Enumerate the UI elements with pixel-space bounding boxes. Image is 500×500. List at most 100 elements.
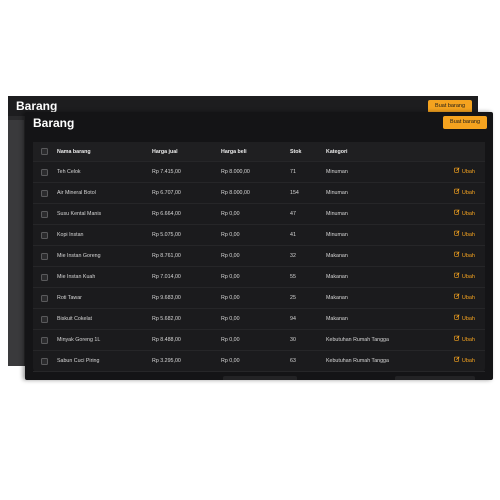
row-checkbox[interactable] <box>41 295 48 302</box>
item-stock: 25 <box>290 295 296 301</box>
row-checkbox[interactable] <box>41 190 48 197</box>
create-item-button[interactable]: Buat barang <box>443 116 487 129</box>
table-row[interactable]: Kopi Instan Rp 5.075,00 Rp 0,00 41 Minuman Ub… <box>33 225 485 246</box>
table-row[interactable]: Susu Kental Manis Rp 6.664,00 Rp 0,00 47 Min… <box>33 204 485 225</box>
pencil-square-icon <box>453 183 460 204</box>
item-category: Kebutuhan Rumah Tangga <box>326 337 389 343</box>
header-name[interactable]: Nama barang <box>57 142 91 162</box>
header-category[interactable]: Kategori <box>326 142 348 162</box>
edit-button[interactable]: Ubah <box>453 204 475 225</box>
edit-button[interactable]: Ubah <box>453 246 475 267</box>
item-category: Minuman <box>326 190 348 196</box>
header-sell-price[interactable]: Harga jual <box>152 142 178 162</box>
edit-button[interactable]: Ubah <box>453 288 475 309</box>
table-row[interactable]: Mie Instan Goreng Rp 8.761,00 Rp 0,00 32 Mak… <box>33 246 485 267</box>
table-row[interactable]: Biskuit Cokelat Rp 5.682,00 Rp 0,00 94 Makan… <box>33 309 485 330</box>
select-all-checkbox[interactable] <box>41 148 48 155</box>
pencil-square-icon <box>453 204 460 225</box>
main-window: Barang Buat barang Nama barang Harga jua… <box>25 112 493 380</box>
edit-label: Ubah <box>461 316 475 322</box>
item-stock: 47 <box>290 211 296 217</box>
item-stock: 32 <box>290 253 296 259</box>
edit-button[interactable]: Ubah <box>453 309 475 330</box>
table-row[interactable]: Sabun Cuci Piring Rp 3.295,00 Rp 0,00 63 Keb… <box>33 351 485 372</box>
item-name: Air Mineral Botol <box>57 190 96 196</box>
edit-label: Ubah <box>461 190 475 196</box>
item-stock: 30 <box>290 337 296 343</box>
table-row[interactable]: Roti Tawar Rp 9.683,00 Rp 0,00 25 Makanan Uba… <box>33 288 485 309</box>
table-row[interactable]: Air Mineral Botol Rp 6.707,00 Rp 8.000,00 1… <box>33 183 485 204</box>
item-category: Makanan <box>326 253 348 259</box>
items-table: Nama barang Harga jual Harga beli Stok K… <box>33 142 485 372</box>
item-buy-price: Rp 0,00 <box>221 358 240 364</box>
pencil-square-icon <box>453 351 460 372</box>
pencil-square-icon <box>453 330 460 351</box>
pencil-square-icon <box>453 309 460 330</box>
item-stock: 41 <box>290 232 296 238</box>
item-sell-price: Rp 7.014,00 <box>152 274 181 280</box>
pencil-square-icon <box>453 246 460 267</box>
item-stock: 55 <box>290 274 296 280</box>
item-buy-price: Rp 0,00 <box>221 274 240 280</box>
item-category: Minuman <box>326 211 348 217</box>
item-name: Sabun Cuci Piring <box>57 358 100 364</box>
item-sell-price: Rp 3.295,00 <box>152 358 181 364</box>
pagination-controls[interactable] <box>395 376 475 380</box>
item-stock: 94 <box>290 316 296 322</box>
background-page-title: Barang <box>16 99 58 113</box>
item-buy-price: Rp 0,00 <box>221 211 240 217</box>
edit-label: Ubah <box>461 295 475 301</box>
row-checkbox[interactable] <box>41 253 48 260</box>
row-checkbox[interactable] <box>41 358 48 365</box>
item-stock: 154 <box>290 190 299 196</box>
row-checkbox[interactable] <box>41 337 48 344</box>
item-name: Mie Instan Goreng <box>57 253 101 259</box>
item-buy-price: Rp 0,00 <box>221 232 240 238</box>
edit-label: Ubah <box>461 358 475 364</box>
edit-button[interactable]: Ubah <box>453 330 475 351</box>
row-checkbox[interactable] <box>41 316 48 323</box>
item-name: Teh Celok <box>57 169 81 175</box>
item-category: Minuman <box>326 169 348 175</box>
row-checkbox[interactable] <box>41 211 48 218</box>
table-row[interactable]: Minyak Goreng 1L Rp 8.488,00 Rp 0,00 30 Kebu… <box>33 330 485 351</box>
item-category: Makanan <box>326 295 348 301</box>
edit-button[interactable]: Ubah <box>453 225 475 246</box>
edit-button[interactable]: Ubah <box>453 162 475 183</box>
header-stock[interactable]: Stok <box>290 142 301 162</box>
item-name: Susu Kental Manis <box>57 211 102 217</box>
row-checkbox[interactable] <box>41 169 48 176</box>
item-sell-price: Rp 7.415,00 <box>152 169 181 175</box>
edit-label: Ubah <box>461 274 475 280</box>
item-sell-price: Rp 8.488,00 <box>152 337 181 343</box>
edit-button[interactable]: Ubah <box>453 267 475 288</box>
table-body: Teh Celok Rp 7.415,00 Rp 8.000,00 71 Minuman… <box>33 162 485 372</box>
row-checkbox[interactable] <box>41 274 48 281</box>
pencil-square-icon <box>453 225 460 246</box>
edit-label: Ubah <box>461 169 475 175</box>
pagination-info <box>223 376 297 380</box>
edit-label: Ubah <box>461 253 475 259</box>
edit-label: Ubah <box>461 211 475 217</box>
item-buy-price: Rp 0,00 <box>221 316 240 322</box>
table-row[interactable]: Teh Celok Rp 7.415,00 Rp 8.000,00 71 Minuman… <box>33 162 485 183</box>
table-row[interactable]: Mie Instan Kuah Rp 7.014,00 Rp 0,00 55 Makan… <box>33 267 485 288</box>
item-buy-price: Rp 8.000,00 <box>221 169 250 175</box>
pencil-square-icon <box>453 162 460 183</box>
item-category: Makanan <box>326 274 348 280</box>
item-sell-price: Rp 6.707,00 <box>152 190 181 196</box>
item-category: Makanan <box>326 316 348 322</box>
table-header-row: Nama barang Harga jual Harga beli Stok K… <box>33 142 485 162</box>
edit-button[interactable]: Ubah <box>453 183 475 204</box>
header-buy-price[interactable]: Harga beli <box>221 142 247 162</box>
item-stock: 71 <box>290 169 296 175</box>
row-checkbox[interactable] <box>41 232 48 239</box>
item-sell-price: Rp 9.683,00 <box>152 295 181 301</box>
edit-button[interactable]: Ubah <box>453 351 475 372</box>
item-category: Kebutuhan Rumah Tangga <box>326 358 389 364</box>
item-sell-price: Rp 8.761,00 <box>152 253 181 259</box>
item-sell-price: Rp 5.075,00 <box>152 232 181 238</box>
edit-label: Ubah <box>461 337 475 343</box>
background-sidebar-strip <box>8 120 24 366</box>
edit-label: Ubah <box>461 232 475 238</box>
